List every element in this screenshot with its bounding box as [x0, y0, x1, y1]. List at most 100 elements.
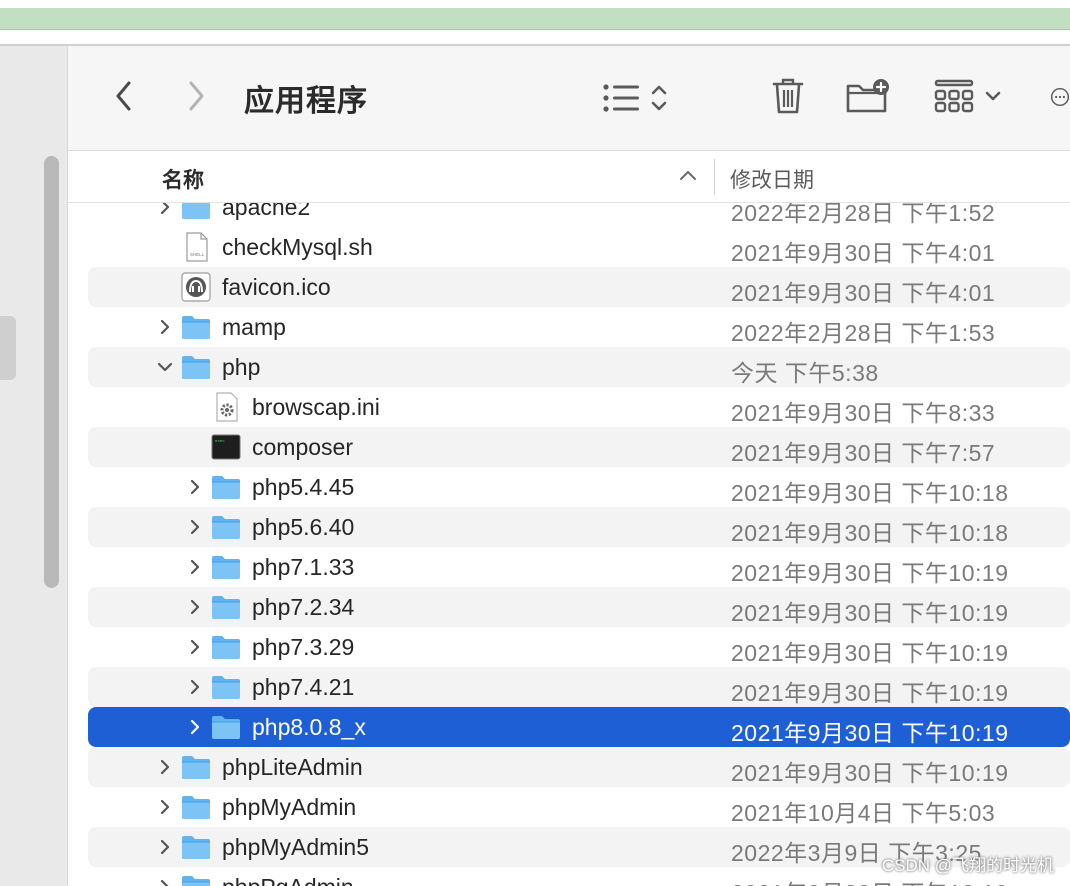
list-item[interactable]: php 今天 下午5:38 — [88, 347, 1070, 387]
list-item[interactable]: php7.4.21 2021年9月30日 下午10:19 — [88, 667, 1070, 707]
sort-ascending-icon[interactable] — [678, 167, 698, 183]
item-name: composer — [252, 434, 353, 460]
item-name: php7.2.34 — [252, 594, 355, 620]
chevron-right-icon — [160, 759, 170, 775]
chevron-down-icon — [985, 91, 1001, 101]
more-actions-button[interactable] — [1050, 78, 1070, 116]
chevron-down-icon — [157, 362, 173, 372]
chevron-right-icon — [160, 799, 170, 815]
folder-icon — [210, 671, 242, 703]
disclosure-toggle[interactable] — [186, 678, 204, 696]
chevron-right-icon — [190, 479, 200, 495]
disclosure-toggle[interactable] — [186, 638, 204, 656]
sidebar-scrollbar[interactable] — [44, 156, 59, 588]
svg-text:exec: exec — [215, 440, 225, 444]
list-item[interactable]: php7.3.29 2021年9月30日 下午10:19 — [88, 627, 1070, 667]
item-name: phpMyAdmin5 — [222, 834, 370, 860]
item-name: php7.4.21 — [252, 674, 355, 700]
window-top-strip — [0, 0, 1070, 30]
file-list: apache2 2022年2月28日 下午1:52 SHELL checkMysql.… — [68, 203, 1070, 886]
list-item[interactable]: favicon.ico 2021年9月30日 下午4:01 — [88, 267, 1070, 307]
folder-icon — [210, 631, 242, 663]
item-date-modified: 今天 下午5:38 — [731, 360, 879, 386]
item-date-modified: 2021年9月30日 下午10:18 — [731, 480, 1009, 506]
list-item[interactable]: phpMyAdmin 2021年10月4日 下午5:03 — [88, 787, 1070, 827]
item-date-modified: 2021年9月30日 下午10:19 — [731, 760, 1009, 786]
item-date-modified: 2021年9月30日 下午8:33 — [731, 400, 996, 426]
chevron-right-icon — [190, 559, 200, 575]
more-options-icon — [1050, 87, 1070, 107]
list-item[interactable]: phpLiteAdmin 2021年9月30日 下午10:19 — [88, 747, 1070, 787]
settings-file-icon — [210, 391, 242, 423]
disclosure-toggle[interactable] — [156, 838, 174, 856]
item-name: browscap.ini — [252, 394, 380, 420]
list-item[interactable]: exec composer 2021年9月30日 下午7:57 — [88, 427, 1070, 467]
disclosure-toggle[interactable] — [156, 758, 174, 776]
column-divider[interactable] — [714, 159, 715, 195]
item-name: php7.1.33 — [252, 554, 355, 580]
disclosure-toggle[interactable] — [156, 318, 174, 336]
disclosure-toggle[interactable] — [186, 598, 204, 616]
sidebar — [0, 46, 68, 886]
disclosure-toggle[interactable] — [186, 518, 204, 536]
ico-file-icon — [180, 271, 212, 303]
chevron-right-icon — [190, 519, 200, 535]
list-item[interactable]: apache2 2022年2月28日 下午1:52 — [88, 203, 1070, 227]
chevron-right-icon — [160, 839, 170, 855]
list-item[interactable]: php5.6.40 2021年9月30日 下午10:18 — [88, 507, 1070, 547]
disclosure-toggle[interactable] — [156, 878, 174, 886]
disclosure-toggle[interactable] — [186, 718, 204, 736]
new-folder-button[interactable] — [844, 76, 892, 116]
folder-icon — [210, 591, 242, 623]
svg-text:SHELL: SHELL — [190, 252, 205, 257]
background-window-band — [0, 8, 1070, 30]
trash-icon — [772, 78, 804, 114]
item-date-modified: 2021年9月30日 下午10:18 — [731, 520, 1009, 546]
sidebar-edge-tab — [0, 316, 16, 380]
list-item[interactable]: php5.4.45 2021年9月30日 下午10:18 — [88, 467, 1070, 507]
list-item[interactable]: SHELL checkMysql.sh 2021年9月30日 下午4:01 — [88, 227, 1070, 267]
item-date-modified: 2021年9月30日 下午7:57 — [731, 440, 996, 466]
item-name: apache2 — [222, 203, 311, 220]
item-date-modified: 2021年9月30日 下午10:19 — [731, 640, 1009, 666]
name-column-header[interactable]: 名称 — [162, 164, 204, 194]
chevron-left-icon — [116, 81, 131, 111]
date-modified-column-header[interactable]: 修改日期 — [730, 164, 814, 194]
terminal-exec-icon: exec — [210, 431, 242, 463]
item-name: php7.3.29 — [252, 634, 355, 660]
disclosure-toggle[interactable] — [186, 558, 204, 576]
item-date-modified: 2021年9月30日 下午4:01 — [731, 240, 996, 266]
delete-button[interactable] — [768, 74, 808, 118]
list-item[interactable]: php8.0.8_x 2021年9月30日 下午10:19 — [88, 707, 1070, 747]
list-item[interactable]: php7.2.34 2021年9月30日 下午10:19 — [88, 587, 1070, 627]
item-name: mamp — [222, 314, 286, 340]
view-options-button[interactable] — [598, 78, 672, 118]
item-name: phpMyAdmin — [222, 794, 357, 820]
list-item[interactable]: php7.1.33 2021年9月30日 下午10:19 — [88, 547, 1070, 587]
disclosure-toggle[interactable] — [156, 203, 174, 216]
disclosure-toggle[interactable] — [186, 478, 204, 496]
list-item[interactable]: browscap.ini 2021年9月30日 下午8:33 — [88, 387, 1070, 427]
item-name: favicon.ico — [222, 274, 331, 300]
folder-icon — [210, 551, 242, 583]
group-by-button[interactable] — [930, 76, 1006, 116]
folder-icon — [210, 511, 242, 543]
shell-script-icon: SHELL — [180, 231, 212, 263]
list-view-icon — [603, 84, 639, 112]
disclosure-toggle[interactable] — [156, 798, 174, 816]
folder-icon — [180, 311, 212, 343]
chevron-right-icon — [190, 719, 200, 735]
item-date-modified: 2021年9月30日 下午4:01 — [731, 280, 996, 306]
list-item[interactable]: mamp 2022年2月28日 下午1:53 — [88, 307, 1070, 347]
back-button[interactable] — [108, 78, 140, 114]
column-header: 名称 修改日期 — [68, 151, 1070, 203]
forward-button[interactable] — [180, 78, 212, 114]
folder-icon — [210, 711, 242, 743]
chevron-right-icon — [160, 203, 170, 215]
disclosure-toggle[interactable] — [156, 358, 174, 376]
item-name: php — [222, 354, 261, 380]
window-title: 应用程序 — [244, 85, 368, 118]
item-date-modified: 2021年9月30日 下午10:19 — [731, 560, 1009, 586]
item-name: phpLiteAdmin — [222, 754, 363, 780]
chevron-right-icon — [190, 599, 200, 615]
